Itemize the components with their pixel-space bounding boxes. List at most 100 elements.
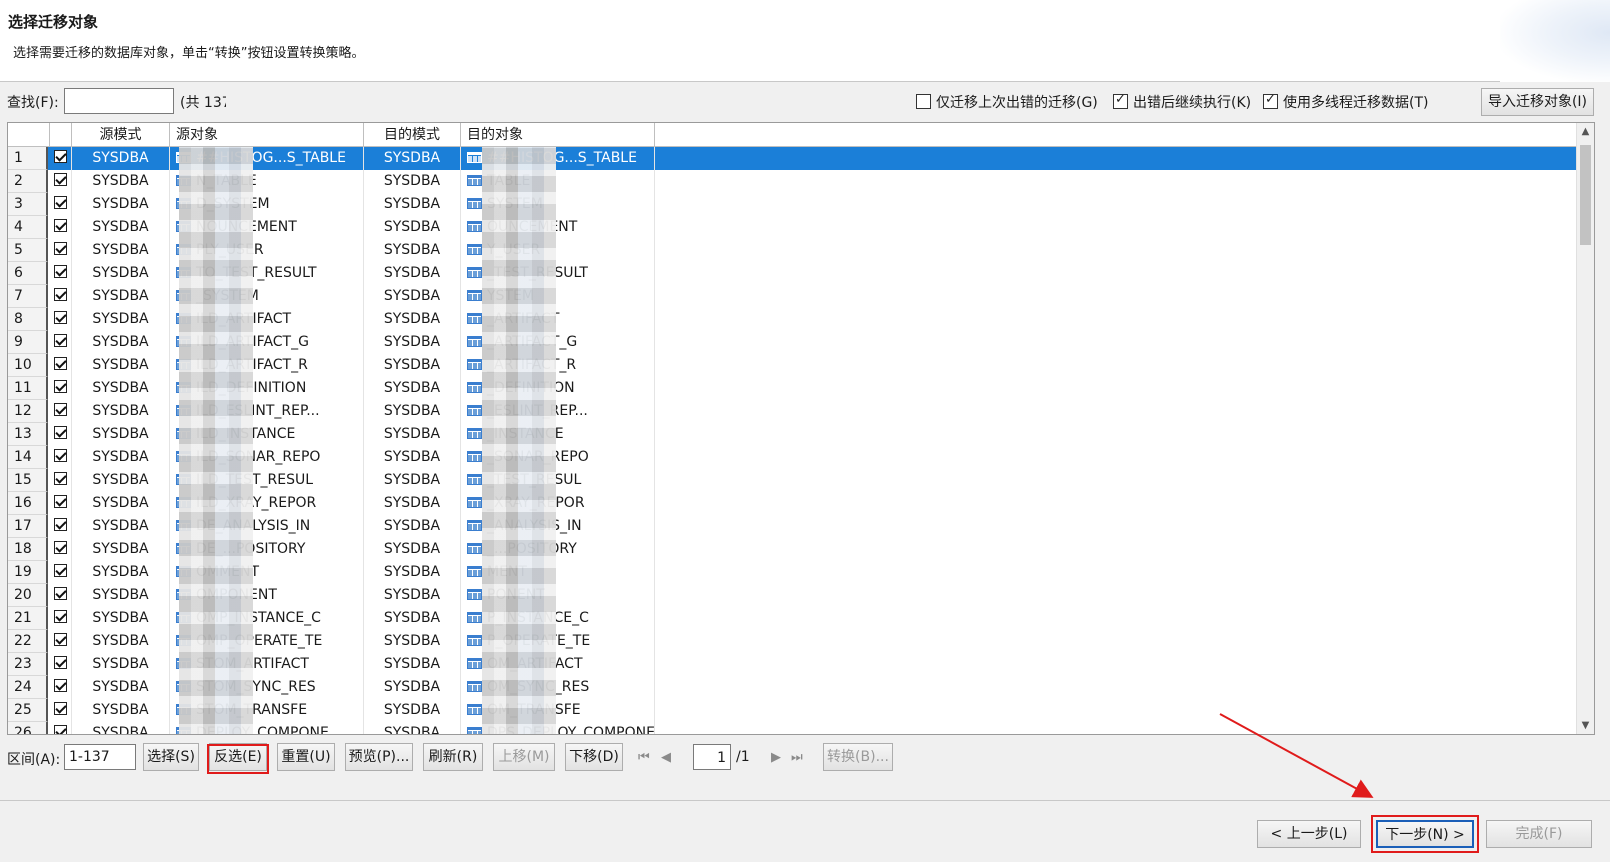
row-checkbox-cell[interactable]: [50, 400, 72, 423]
row-checkbox[interactable]: [54, 495, 67, 508]
last-page-icon[interactable]: ⏭: [791, 750, 803, 765]
row-checkbox[interactable]: [54, 449, 67, 462]
next-page-icon[interactable]: ▶: [771, 750, 781, 765]
row-checkbox-cell[interactable]: [50, 354, 72, 377]
row-checkbox-cell[interactable]: [50, 722, 72, 734]
row-checkbox-cell[interactable]: [50, 699, 72, 722]
row-checkbox[interactable]: [54, 219, 67, 232]
reset-button[interactable]: 重置(U): [277, 743, 335, 771]
row-number: 3: [8, 193, 48, 216]
source-schema-cell: SYSDBA: [72, 285, 170, 308]
prev-page-icon[interactable]: ◀: [661, 750, 671, 765]
header-target-object[interactable]: 目的对象: [461, 123, 655, 147]
header-source-object[interactable]: 源对象: [170, 123, 364, 147]
row-checkbox-cell[interactable]: [50, 331, 72, 354]
target-schema-cell: SYSDBA: [364, 331, 461, 354]
table-scrollbar[interactable]: ▲ ▼: [1576, 123, 1594, 734]
row-checkbox-cell[interactable]: [50, 561, 72, 584]
row-checkbox[interactable]: [54, 357, 67, 370]
row-checkbox-cell[interactable]: [50, 515, 72, 538]
select-button[interactable]: 选择(S): [143, 743, 199, 771]
scroll-down-icon[interactable]: ▼: [1577, 717, 1594, 734]
target-schema-cell: SYSDBA: [364, 377, 461, 400]
preview-button[interactable]: 预览(P)...: [345, 743, 413, 771]
row-checkbox[interactable]: [54, 679, 67, 692]
row-checkbox[interactable]: [54, 288, 67, 301]
row-checkbox-cell[interactable]: [50, 239, 72, 262]
row-checkbox-cell[interactable]: [50, 308, 72, 331]
row-checkbox[interactable]: [54, 633, 67, 646]
table-icon: [467, 198, 482, 209]
row-checkbox[interactable]: [54, 150, 67, 163]
row-checkbox[interactable]: [54, 380, 67, 393]
row-checkbox-cell[interactable]: [50, 653, 72, 676]
refresh-button[interactable]: 刷新(R): [423, 743, 483, 771]
row-checkbox-cell[interactable]: [50, 584, 72, 607]
move-down-button[interactable]: 下移(D): [565, 743, 623, 771]
convert-button[interactable]: 转换(B)...: [823, 743, 893, 771]
target-schema-cell: SYSDBA: [364, 653, 461, 676]
row-checkbox-cell[interactable]: [50, 147, 72, 170]
row-checkbox[interactable]: [54, 541, 67, 554]
table-icon: [467, 727, 482, 734]
row-checkbox-cell[interactable]: [50, 170, 72, 193]
first-page-icon[interactable]: ⏮: [638, 750, 650, 765]
move-up-button[interactable]: 上移(M): [493, 743, 555, 771]
row-checkbox[interactable]: [54, 403, 67, 416]
object-table[interactable]: 源模式 源对象 目的模式 目的对象 1 SYSDBA ##HISTOG...S_TA…: [7, 122, 1595, 735]
row-number: 18: [8, 538, 48, 561]
row-checkbox[interactable]: [54, 518, 67, 531]
row-number: 2: [8, 170, 48, 193]
row-checkbox-cell[interactable]: [50, 607, 72, 630]
row-checkbox[interactable]: [54, 656, 67, 669]
continue-on-error-option[interactable]: 出错后继续执行(K): [1113, 92, 1251, 112]
header-source-schema[interactable]: 源模式: [72, 123, 170, 147]
row-checkbox[interactable]: [54, 725, 67, 734]
retry-failed-option[interactable]: 仅迁移上次出错的迁移(G): [916, 92, 1098, 112]
row-checkbox-cell[interactable]: [50, 216, 72, 239]
row-checkbox[interactable]: [54, 426, 67, 439]
row-checkbox-cell[interactable]: [50, 193, 72, 216]
find-label: 查找(F):: [7, 95, 59, 111]
row-checkbox-cell[interactable]: [50, 446, 72, 469]
page-number-input[interactable]: 1: [693, 744, 731, 770]
row-checkbox[interactable]: [54, 334, 67, 347]
find-input[interactable]: [64, 88, 174, 114]
row-checkbox[interactable]: [54, 265, 67, 278]
row-checkbox-cell[interactable]: [50, 538, 72, 561]
row-checkbox[interactable]: [54, 242, 67, 255]
row-checkbox-cell[interactable]: [50, 285, 72, 308]
row-checkbox[interactable]: [54, 610, 67, 623]
retry-failed-checkbox[interactable]: [916, 94, 931, 109]
scroll-thumb[interactable]: [1580, 145, 1591, 245]
row-checkbox-cell[interactable]: [50, 377, 72, 400]
row-checkbox[interactable]: [54, 564, 67, 577]
row-checkbox[interactable]: [54, 173, 67, 186]
row-checkbox-cell[interactable]: [50, 630, 72, 653]
row-checkbox-cell[interactable]: [50, 469, 72, 492]
table-icon: [467, 221, 482, 232]
row-checkbox[interactable]: [54, 702, 67, 715]
continue-on-error-checkbox[interactable]: [1113, 92, 1128, 109]
source-schema-cell: SYSDBA: [72, 446, 170, 469]
row-checkbox[interactable]: [54, 196, 67, 209]
row-checkbox[interactable]: [54, 472, 67, 485]
row-checkbox-cell[interactable]: [50, 423, 72, 446]
source-schema-cell: SYSDBA: [72, 515, 170, 538]
row-checkbox-cell[interactable]: [50, 262, 72, 285]
row-checkbox-cell[interactable]: [50, 492, 72, 515]
row-checkbox[interactable]: [54, 311, 67, 324]
row-checkbox[interactable]: [54, 587, 67, 600]
scroll-up-icon[interactable]: ▲: [1577, 123, 1594, 140]
range-input[interactable]: 1-137: [64, 744, 136, 770]
import-objects-button[interactable]: 导入迁移对象(I): [1481, 88, 1594, 116]
multithread-option[interactable]: 使用多线程迁移数据(T): [1263, 92, 1428, 112]
header-target-schema[interactable]: 目的模式: [364, 123, 461, 147]
multithread-checkbox[interactable]: [1263, 92, 1278, 109]
source-schema-cell: SYSDBA: [72, 584, 170, 607]
row-checkbox-cell[interactable]: [50, 676, 72, 699]
header-check[interactable]: [50, 123, 72, 147]
finish-button[interactable]: 完成(F): [1486, 820, 1592, 848]
previous-step-button[interactable]: < 上一步(L): [1257, 820, 1361, 848]
target-schema-cell: SYSDBA: [364, 423, 461, 446]
